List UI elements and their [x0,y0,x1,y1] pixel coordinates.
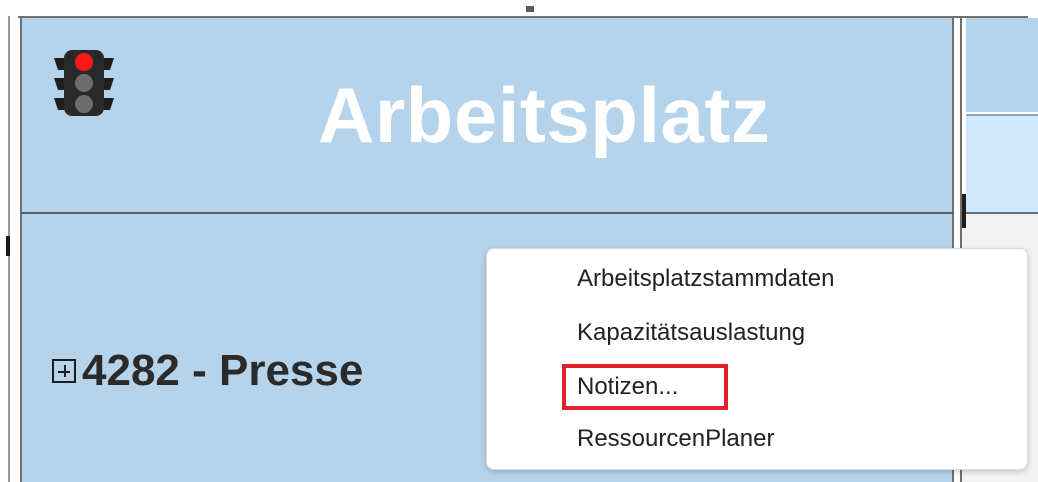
workplace-name[interactable]: 4282 - Presse [82,346,363,396]
menu-item-kapazitaetsauslastung[interactable]: Kapazitätsauslastung [577,313,805,353]
workplace-row-label[interactable]: 4282 - Presse [52,346,363,396]
traffic-light-icon [54,50,114,116]
left-edge-mark [6,236,10,256]
right-subheader-cell [966,114,1038,214]
column-header-title: Arbeitsplatz [318,71,771,159]
expand-plus-icon[interactable] [52,359,76,383]
window-edge-artifact [526,6,534,12]
menu-item-arbeitsplatzstammdaten[interactable]: Arbeitsplatzstammdaten [577,259,834,299]
app-window: Arbeitsplatz 4282 - Presse Arbeitsplatzs… [0,0,1038,482]
highlight-annotation [562,364,728,410]
right-edge-mark [962,194,966,228]
context-menu: Arbeitsplatzstammdaten Kapazitätsauslast… [486,248,1028,470]
menu-item-ressourcenplaner[interactable]: RessourcenPlaner [577,419,774,459]
right-header-cell [966,18,1038,112]
